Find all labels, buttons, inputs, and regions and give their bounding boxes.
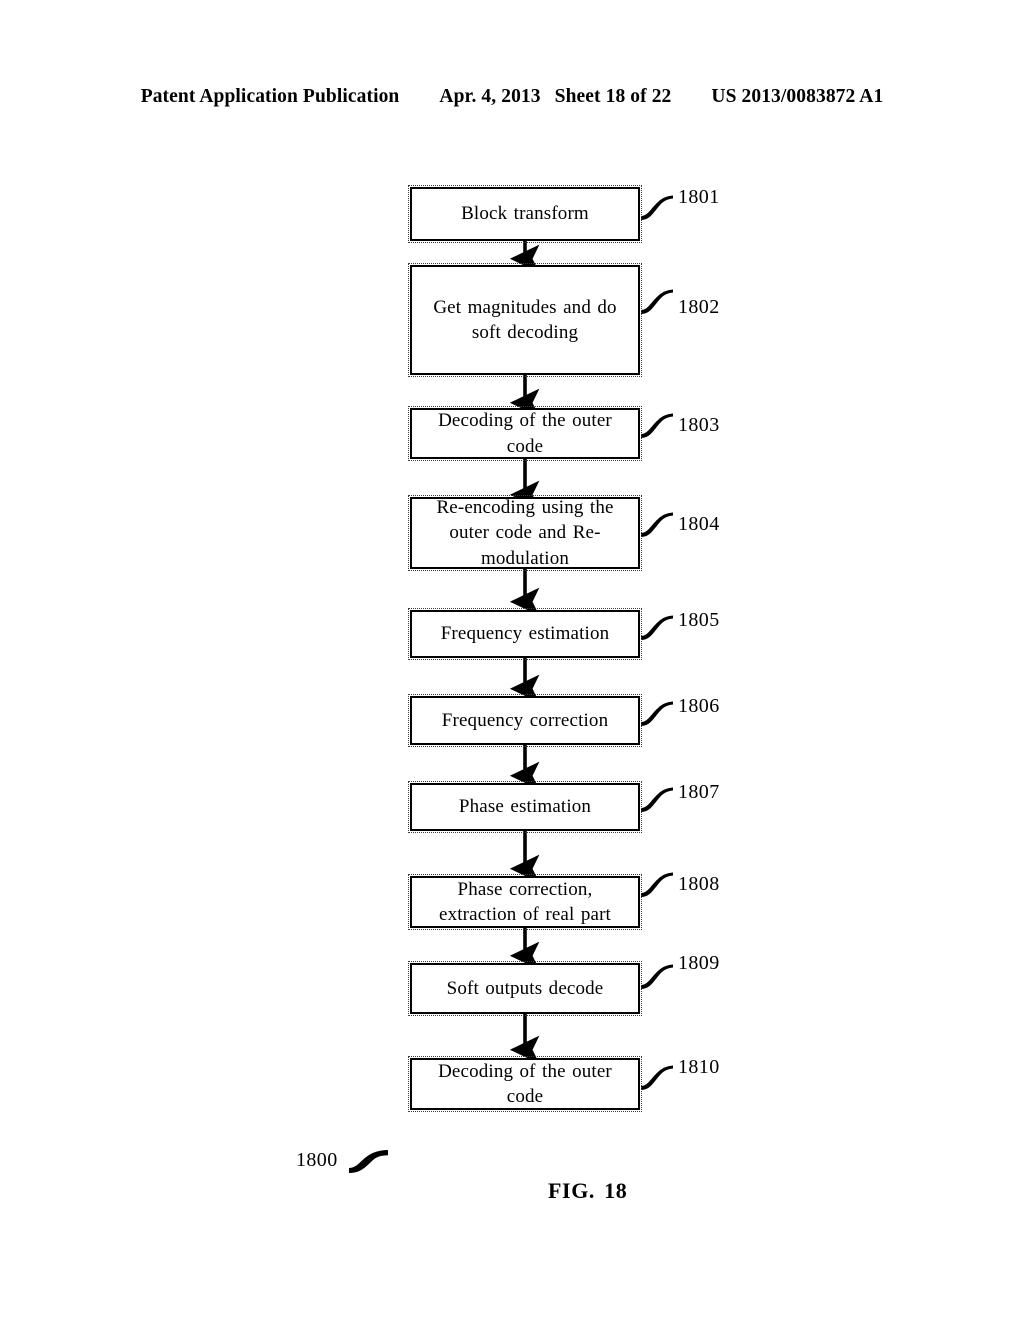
flow-node-label: Block transform (461, 203, 589, 225)
flow-node-label: Get magnitudes and do soft decoding (433, 296, 617, 343)
flow-node-1805[interactable]: Frequency estimation (407, 607, 643, 661)
flow-node-label: Soft outputs decode (446, 977, 604, 999)
figure-caption: FIG. 18 (548, 1178, 628, 1203)
figure-id-swoosh-icon (348, 1150, 388, 1173)
reference-number-1802: 1802 (678, 296, 720, 318)
flow-node-1803[interactable]: Decoding of the outer code (407, 405, 643, 462)
flow-node-1808[interactable]: Phase correction, extraction of real part (407, 873, 643, 931)
flow-node-label: Decoding of the outer code (438, 1060, 612, 1107)
flow-node-1809[interactable]: Soft outputs decode (407, 960, 643, 1017)
reference-number-1801: 1801 (678, 186, 720, 208)
reference-number-1810: 1810 (678, 1056, 720, 1078)
reference-number-1808: 1808 (678, 873, 720, 895)
reference-number-1809: 1809 (678, 952, 720, 974)
flow-node-1810[interactable]: Decoding of the outer code (407, 1055, 643, 1113)
flow-node-label: Phase estimation (458, 796, 592, 818)
flow-node-label: Frequency correction (441, 709, 609, 731)
reference-number-1806: 1806 (678, 695, 720, 717)
flow-node-1804[interactable]: Re-encoding using the outer code and Re-m… (407, 494, 643, 572)
flow-node-1807[interactable]: Phase estimation (407, 780, 643, 834)
flow-node-label: Re-encoding using the outer code and Re-m… (436, 497, 614, 569)
figure-id-number: 1800 (296, 1148, 338, 1171)
reference-number-1804: 1804 (678, 513, 720, 535)
figure-id-callout: 1800 (296, 1147, 393, 1173)
flow-node-label: Phase correction, extraction of real part (438, 878, 611, 925)
flow-node-1801[interactable]: Block transform (407, 184, 643, 244)
reference-number-1805: 1805 (678, 609, 720, 631)
flow-node-1802[interactable]: Get magnitudes and do soft decoding (407, 262, 643, 378)
flow-node-label: Frequency estimation (440, 623, 610, 645)
figure-18-flowchart: Block transform Get magnitudes and do sof… (0, 0, 1024, 1320)
flow-node-1806[interactable]: Frequency correction (407, 693, 643, 748)
flow-node-label: Decoding of the outer code (438, 410, 612, 457)
reference-number-1803: 1803 (678, 414, 720, 436)
reference-number-1807: 1807 (678, 781, 720, 803)
